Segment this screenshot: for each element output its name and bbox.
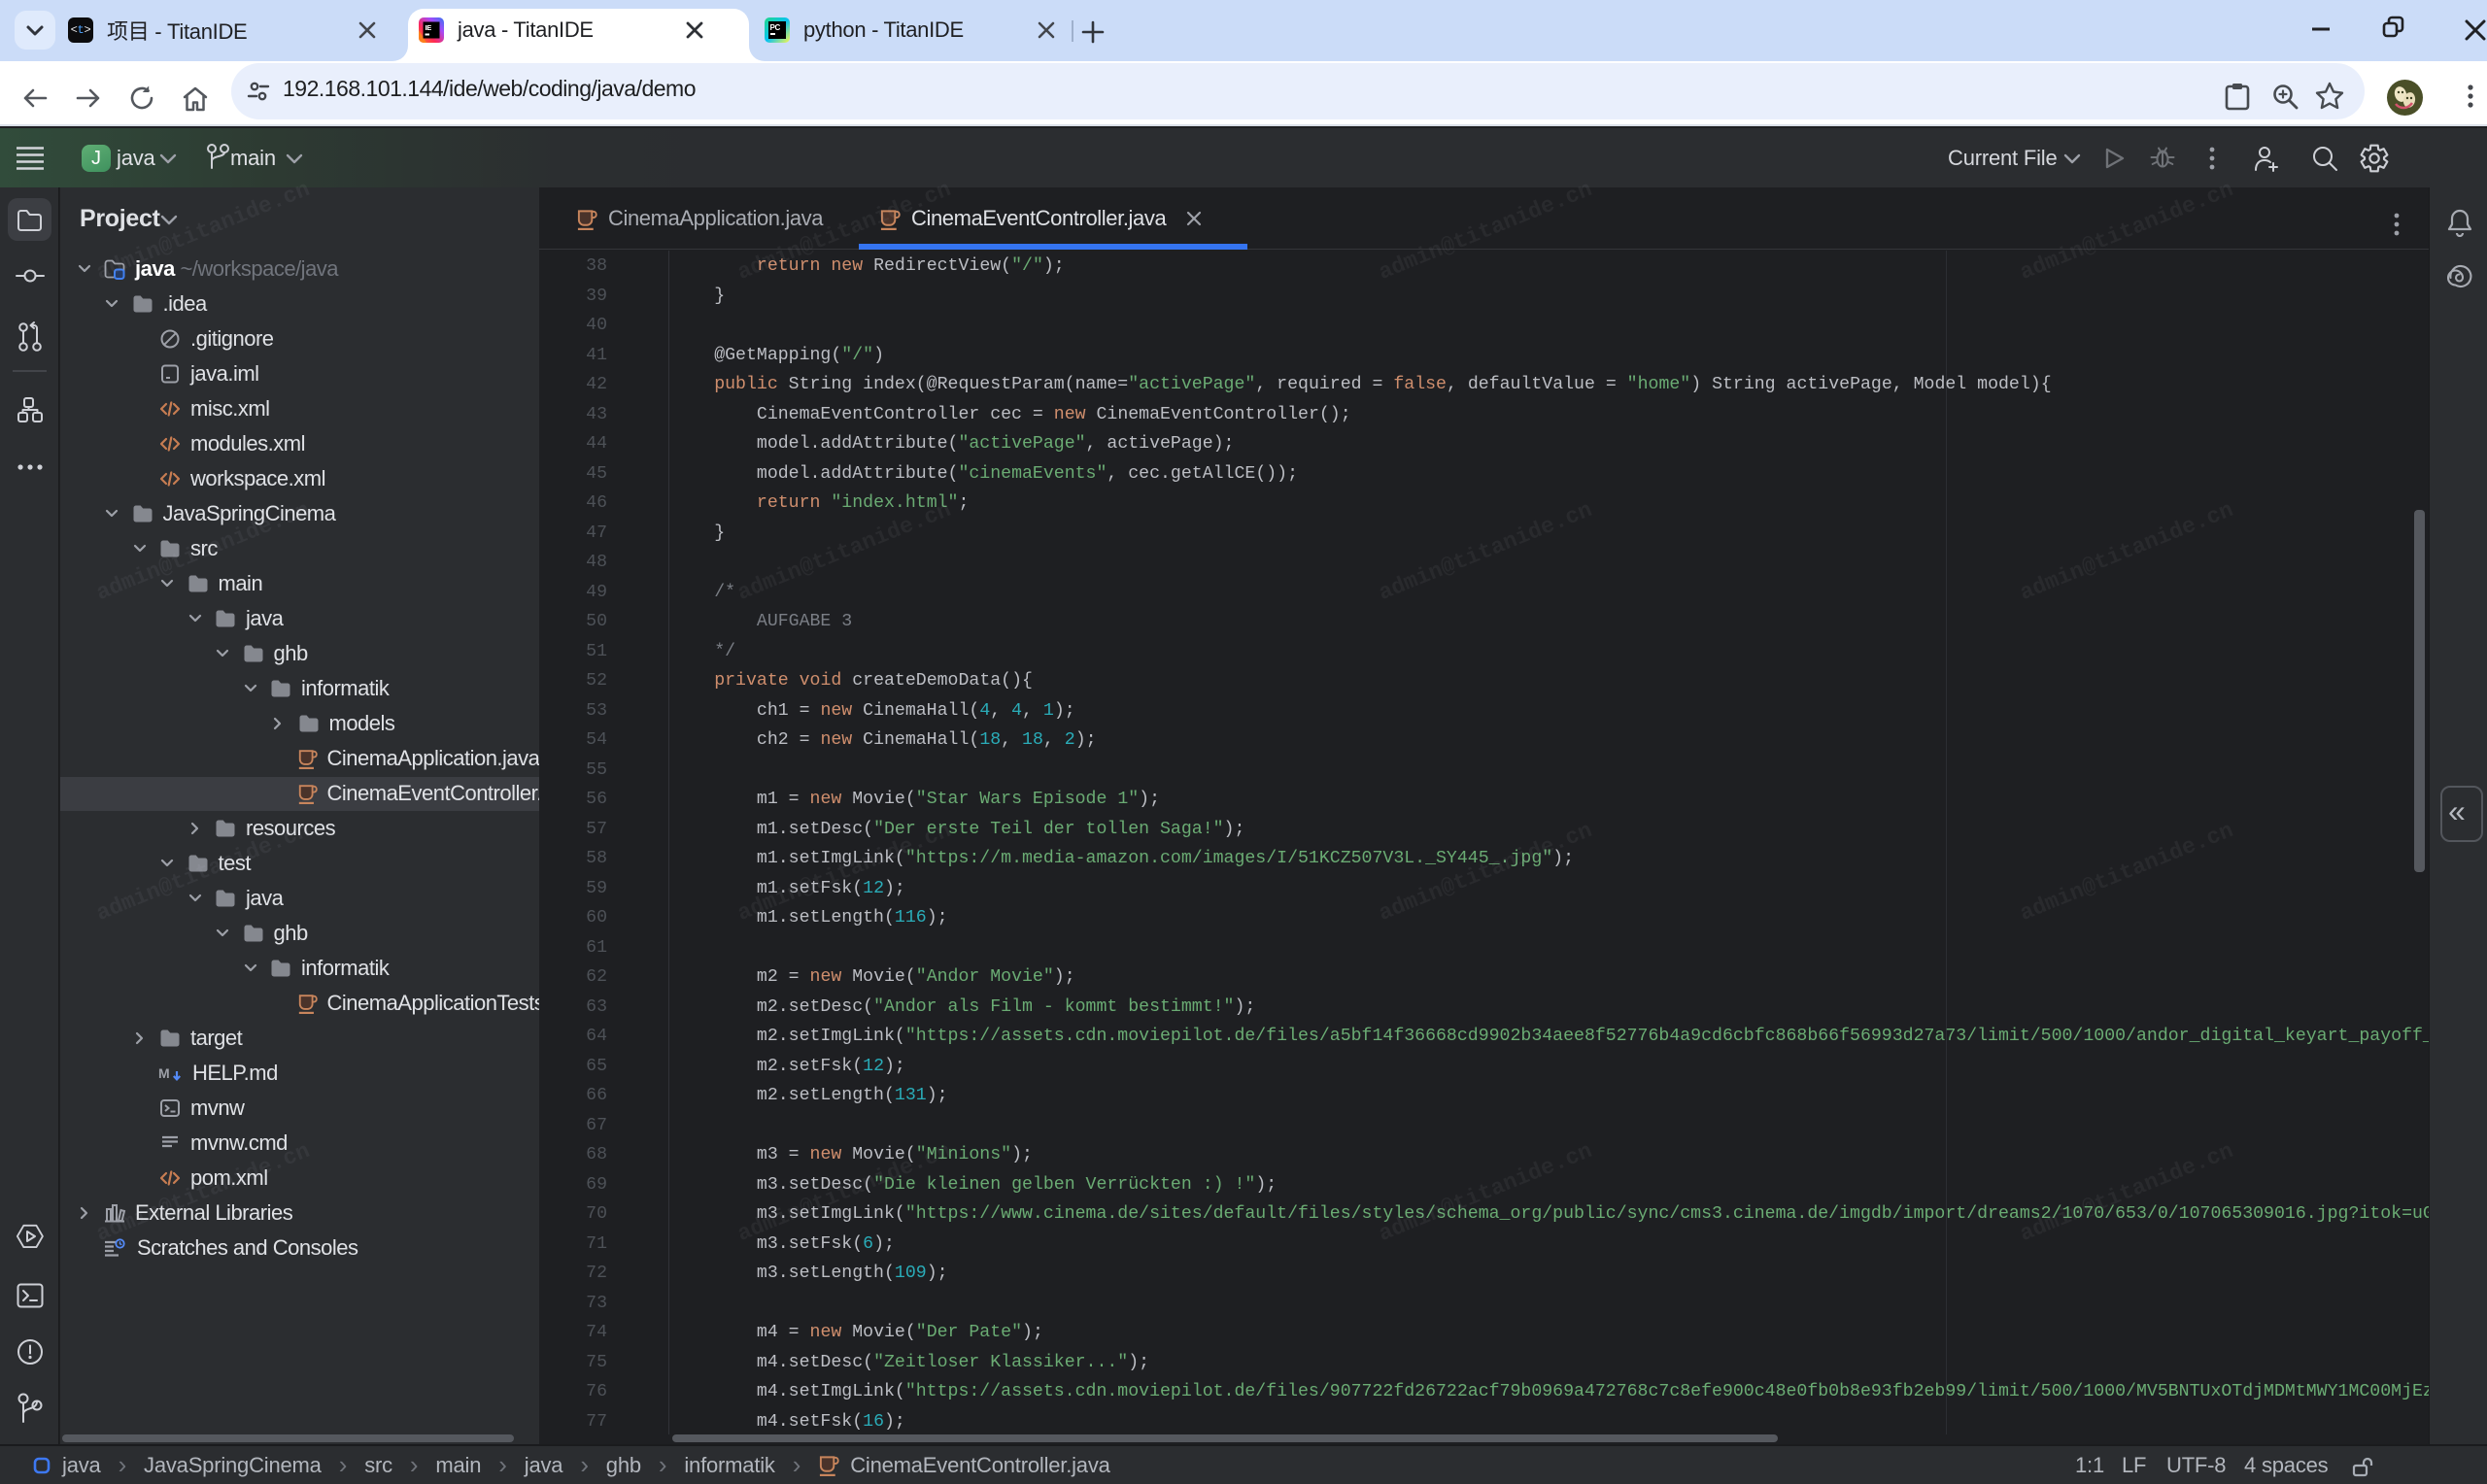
- svg-text:PC: PC: [770, 23, 781, 32]
- svg-text:M: M: [158, 1065, 169, 1081]
- svg-text:IE: IE: [426, 23, 432, 32]
